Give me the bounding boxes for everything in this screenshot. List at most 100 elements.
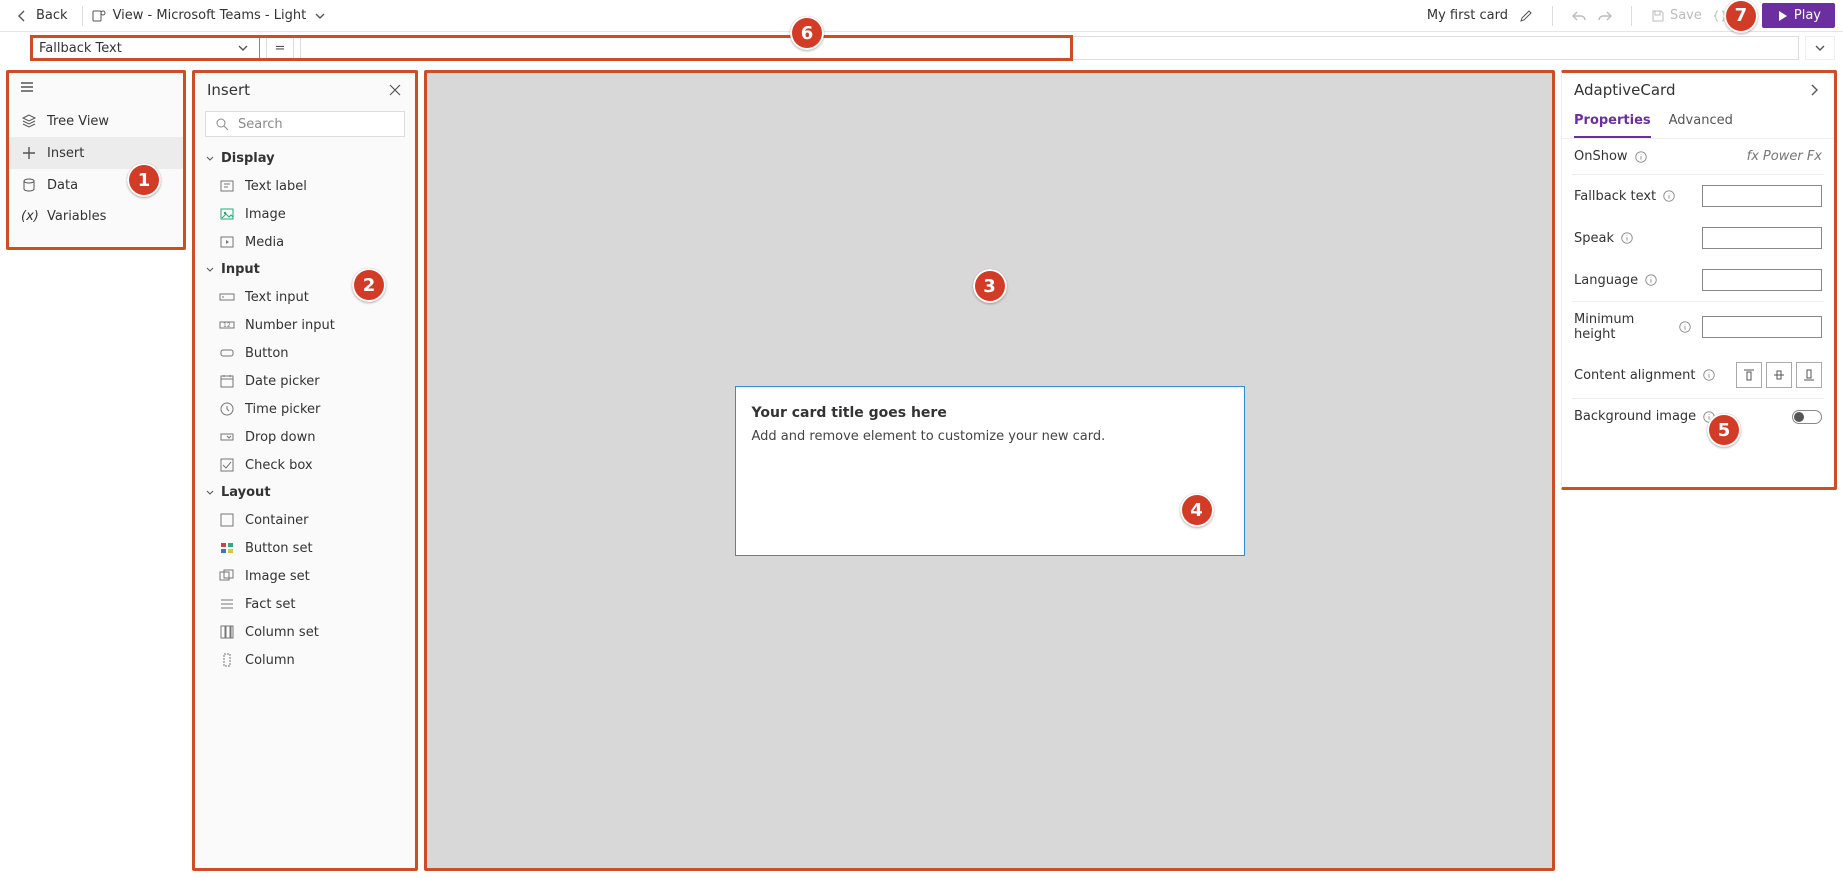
close-icon[interactable]: [387, 82, 403, 98]
speak-label: Speak: [1574, 231, 1614, 246]
nav-insert[interactable]: Insert: [9, 137, 183, 169]
nav-treeview[interactable]: Tree View: [9, 105, 183, 137]
pencil-icon[interactable]: [1518, 8, 1534, 24]
search-icon: [214, 116, 230, 132]
arrow-left-icon: [14, 8, 30, 24]
redo-icon[interactable]: [1597, 8, 1613, 24]
fallback-label: Fallback text: [1574, 189, 1656, 204]
play-button[interactable]: Play: [1762, 3, 1835, 28]
formula-expand[interactable]: [1805, 36, 1835, 60]
info-icon[interactable]: [1702, 368, 1716, 382]
clock-icon: [219, 401, 235, 417]
text-icon: [219, 178, 235, 194]
align-middle-icon: [1772, 368, 1786, 382]
align-middle[interactable]: [1766, 362, 1792, 388]
group-display[interactable]: Display: [195, 145, 415, 172]
card-body: Add and remove element to customize your…: [752, 429, 1228, 444]
tool-fact-set[interactable]: Fact set: [195, 590, 415, 618]
formula-input[interactable]: [300, 36, 1799, 60]
info-icon[interactable]: [1644, 273, 1658, 287]
annotation-bubble-6: 6: [790, 16, 824, 50]
minheight-label: Minimum height: [1574, 312, 1672, 342]
tool-check-box[interactable]: Check box: [195, 451, 415, 479]
media-icon: [219, 234, 235, 250]
svg-text:12: 12: [223, 322, 231, 329]
tool-column-set[interactable]: Column set: [195, 618, 415, 646]
properties-pane: AdaptiveCard Properties Advanced OnShow …: [1561, 70, 1837, 490]
tool-column[interactable]: Column: [195, 646, 415, 674]
chevron-down-icon: [235, 40, 251, 56]
chevron-right-icon[interactable]: [1806, 82, 1822, 98]
annotation-bubble-3: 3: [973, 269, 1007, 303]
tool-container[interactable]: Container: [195, 506, 415, 534]
tool-button-set[interactable]: Button set: [195, 534, 415, 562]
info-icon[interactable]: [1662, 189, 1676, 203]
info-icon[interactable]: [1678, 320, 1692, 334]
props-title: AdaptiveCard: [1574, 81, 1675, 99]
tool-drop-down[interactable]: Drop down: [195, 423, 415, 451]
variable-icon: (x): [21, 209, 37, 224]
tool-media[interactable]: Media: [195, 228, 415, 256]
tool-text-label[interactable]: Text label: [195, 172, 415, 200]
divider: [82, 6, 83, 26]
tab-properties[interactable]: Properties: [1574, 107, 1651, 138]
tool-date-picker[interactable]: Date picker: [195, 367, 415, 395]
left-nav: Tree View Insert Data (x) Variables 1: [6, 70, 186, 250]
checkbox-icon: [219, 457, 235, 473]
insert-pane: Insert Search Display Text label Image M…: [192, 70, 418, 871]
divider: [1631, 6, 1632, 26]
hamburger-icon: [19, 79, 35, 95]
align-bottom[interactable]: [1796, 362, 1822, 388]
chevron-down-icon: [205, 265, 215, 275]
chevron-down-icon: [205, 154, 215, 164]
factset-icon: [219, 596, 235, 612]
insert-title: Insert: [207, 81, 250, 99]
powerfx-label[interactable]: fx Power Fx: [1747, 149, 1822, 164]
minheight-input[interactable]: [1702, 316, 1822, 338]
play-icon: [1776, 10, 1788, 22]
tool-image-set[interactable]: Image set: [195, 562, 415, 590]
view-picker[interactable]: View - Microsoft Teams - Light: [91, 8, 329, 24]
button-icon: [219, 345, 235, 361]
hamburger-button[interactable]: [9, 73, 183, 105]
language-input[interactable]: [1702, 269, 1822, 291]
tool-image[interactable]: Image: [195, 200, 415, 228]
design-canvas[interactable]: Your card title goes here Add and remove…: [424, 70, 1555, 871]
back-button[interactable]: Back: [8, 0, 74, 31]
bgimage-label: Background image: [1574, 409, 1696, 424]
align-top[interactable]: [1736, 362, 1762, 388]
speak-input[interactable]: [1702, 227, 1822, 249]
card-name: My first card: [1427, 8, 1508, 23]
columnset-icon: [219, 624, 235, 640]
info-icon[interactable]: [1634, 150, 1648, 164]
insert-search[interactable]: Search: [205, 111, 405, 137]
adaptive-card-preview[interactable]: Your card title goes here Add and remove…: [735, 386, 1245, 556]
group-layout[interactable]: Layout: [195, 479, 415, 506]
undo-icon[interactable]: [1571, 8, 1587, 24]
equals-button[interactable]: =: [266, 36, 294, 60]
imageset-icon: [219, 568, 235, 584]
tool-time-picker[interactable]: Time picker: [195, 395, 415, 423]
nav-variables[interactable]: (x) Variables: [9, 201, 183, 232]
info-icon[interactable]: [1620, 231, 1634, 245]
save-button[interactable]: Save: [1650, 8, 1702, 24]
tool-number-input[interactable]: 12Number input: [195, 311, 415, 339]
tool-button[interactable]: Button: [195, 339, 415, 367]
number-input-icon: 12: [219, 317, 235, 333]
plus-icon: [21, 145, 37, 161]
layers-icon: [21, 113, 37, 129]
annotation-bubble-4: 4: [1180, 493, 1214, 527]
container-icon: [219, 512, 235, 528]
fallback-input[interactable]: [1702, 185, 1822, 207]
language-label: Language: [1574, 273, 1638, 288]
chevron-down-icon: [1812, 40, 1828, 56]
chevron-down-icon: [312, 8, 328, 24]
property-selector[interactable]: Fallback Text: [30, 36, 260, 60]
calendar-icon: [219, 373, 235, 389]
view-name: View - Microsoft Teams - Light: [113, 8, 307, 23]
dropdown-icon: [219, 429, 235, 445]
card-title: Your card title goes here: [752, 405, 1228, 421]
annotation-bubble-1: 1: [127, 163, 161, 197]
bgimage-toggle[interactable]: [1792, 410, 1822, 424]
tab-advanced[interactable]: Advanced: [1669, 107, 1733, 138]
